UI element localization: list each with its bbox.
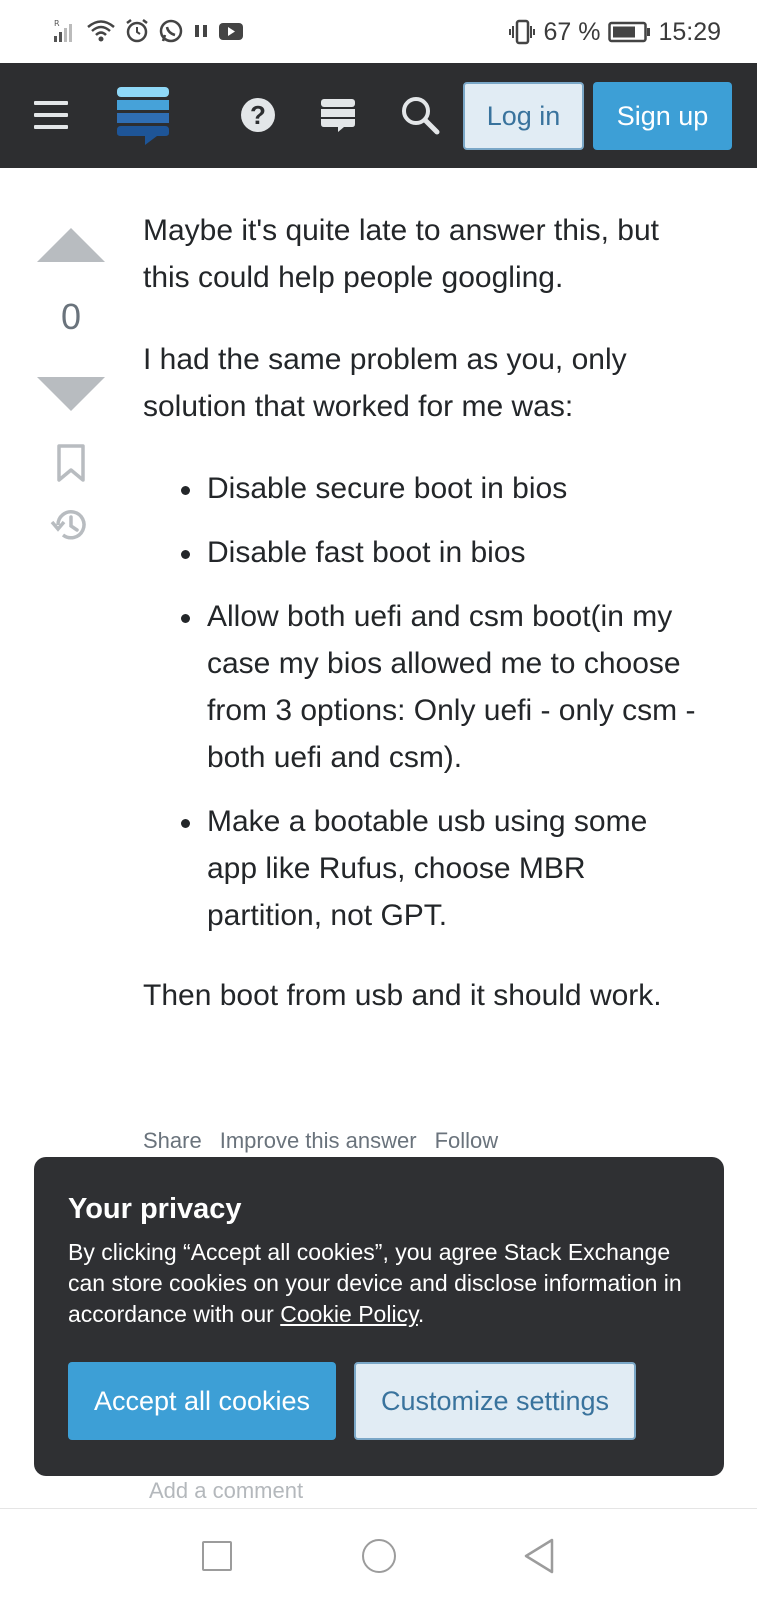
answer-steps-list: Disable secure boot in bios Disable fast… bbox=[143, 465, 703, 939]
vote-up-icon[interactable] bbox=[37, 228, 105, 262]
back-icon[interactable] bbox=[522, 1537, 556, 1575]
status-icons-left: R bbox=[52, 18, 244, 44]
pause-icon bbox=[195, 25, 207, 37]
bookmark-icon[interactable] bbox=[55, 443, 87, 483]
cookie-banner-message: By clicking “Accept all cookies”, you ag… bbox=[68, 1237, 698, 1330]
add-comment-link[interactable]: Add a comment bbox=[149, 1478, 303, 1504]
vote-down-icon[interactable] bbox=[37, 377, 105, 411]
answer-paragraph: Then boot from usb and it should work. bbox=[143, 979, 662, 1012]
list-item: Allow both uefi and csm boot(in my case … bbox=[143, 593, 703, 781]
accept-cookies-button[interactable]: Accept all cookies bbox=[68, 1362, 336, 1440]
youtube-icon bbox=[219, 23, 243, 40]
cookie-policy-link[interactable]: Cookie Policy bbox=[280, 1301, 418, 1327]
recents-icon[interactable] bbox=[202, 1541, 232, 1571]
signal-icon: R bbox=[54, 19, 72, 42]
login-button[interactable]: Log in bbox=[463, 82, 584, 150]
inbox-icon[interactable] bbox=[320, 97, 356, 133]
vote-count: 0 bbox=[60, 296, 82, 337]
list-item: Disable fast boot in bios bbox=[143, 529, 703, 576]
status-bar: R 67 % 15:29 bbox=[0, 0, 757, 63]
whatsapp-icon bbox=[159, 19, 183, 43]
menu-icon[interactable] bbox=[34, 101, 68, 129]
answer-paragraph: Maybe it's quite late to answer this, bu… bbox=[143, 214, 659, 294]
wifi-icon bbox=[87, 20, 115, 42]
svg-text:?: ? bbox=[250, 100, 266, 130]
customize-settings-button[interactable]: Customize settings bbox=[354, 1362, 636, 1440]
improve-answer-link[interactable]: Improve this answer bbox=[220, 1128, 417, 1154]
system-navigation-bar bbox=[0, 1508, 757, 1600]
battery-percent: 67 % bbox=[543, 18, 601, 46]
clock: 15:29 bbox=[658, 18, 721, 46]
home-icon[interactable] bbox=[362, 1539, 396, 1573]
cookie-consent-banner: Your privacy By clicking “Accept all coo… bbox=[34, 1157, 724, 1476]
search-icon[interactable] bbox=[400, 95, 440, 135]
battery-icon bbox=[608, 21, 651, 43]
cookie-banner-title: Your privacy bbox=[68, 1193, 242, 1225]
status-icons-right: 67 % 15:29 bbox=[509, 17, 721, 47]
signup-button[interactable]: Sign up bbox=[593, 82, 732, 150]
history-icon[interactable] bbox=[50, 505, 90, 545]
svg-text:R: R bbox=[54, 19, 60, 28]
post-menu: Share Improve this answer Follow bbox=[143, 1128, 498, 1154]
list-item: Make a bootable usb using some app like … bbox=[143, 798, 703, 939]
list-item: Disable secure boot in bios bbox=[143, 465, 703, 512]
help-icon[interactable]: ? bbox=[240, 97, 276, 133]
share-link[interactable]: Share bbox=[143, 1128, 202, 1154]
alarm-icon bbox=[126, 19, 148, 43]
follow-link[interactable]: Follow bbox=[435, 1128, 499, 1154]
stack-exchange-logo[interactable] bbox=[117, 85, 169, 145]
vibrate-icon bbox=[509, 19, 536, 45]
cookie-message-end: . bbox=[417, 1301, 425, 1327]
answer-paragraph: I had the same problem as you, only solu… bbox=[143, 343, 627, 423]
top-navigation: ? Log in Sign up bbox=[0, 63, 757, 168]
answer-body: Maybe it's quite late to answer this, bu… bbox=[143, 207, 703, 1054]
